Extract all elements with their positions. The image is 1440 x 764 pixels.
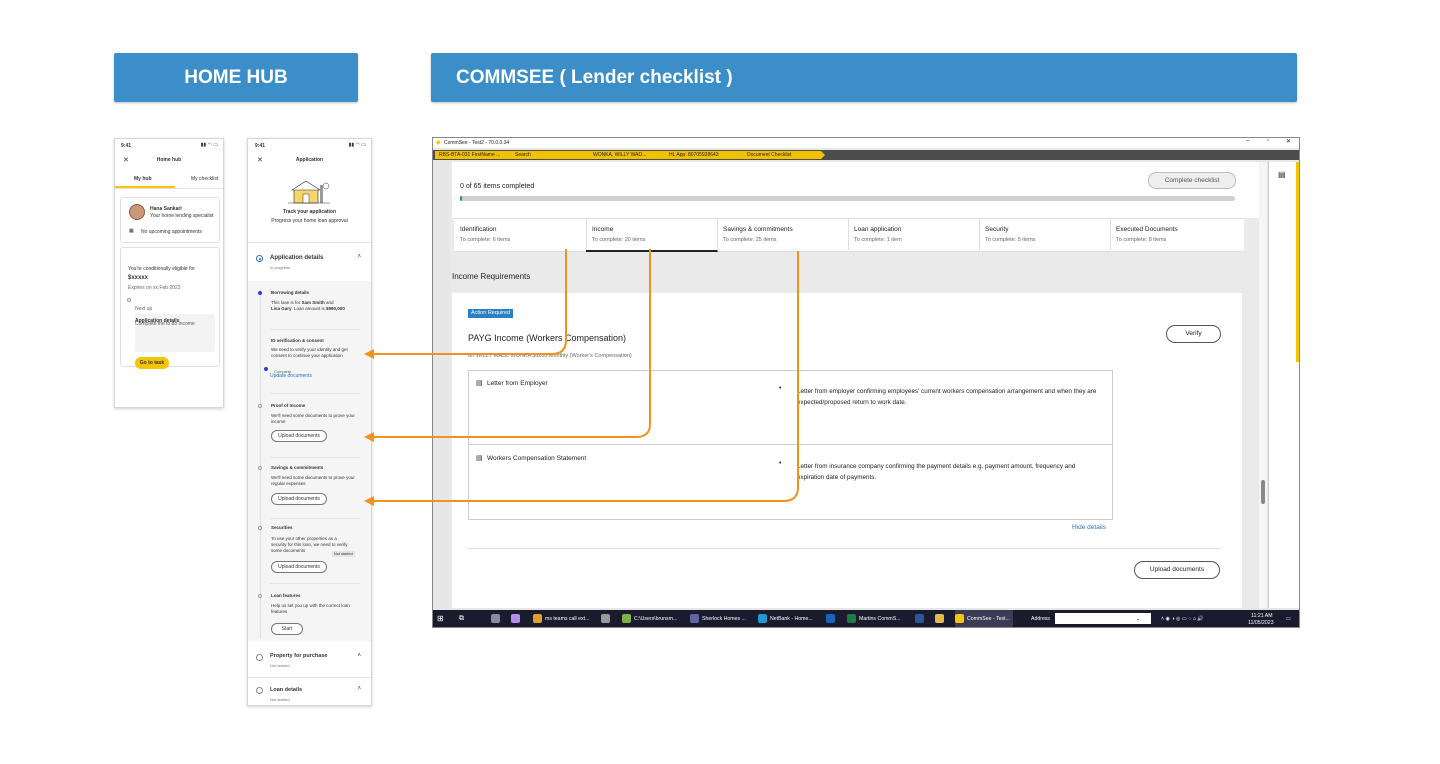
arrowhead-icon bbox=[364, 496, 374, 506]
arrowhead-icon bbox=[364, 349, 374, 359]
arrow-savings-to-savings-step bbox=[372, 251, 799, 502]
arrowhead-icon bbox=[364, 432, 374, 442]
arrow-income-to-proof-of-income bbox=[372, 249, 651, 438]
connector-arrows bbox=[364, 249, 799, 506]
arrow-identification-to-id-verification bbox=[372, 249, 567, 355]
